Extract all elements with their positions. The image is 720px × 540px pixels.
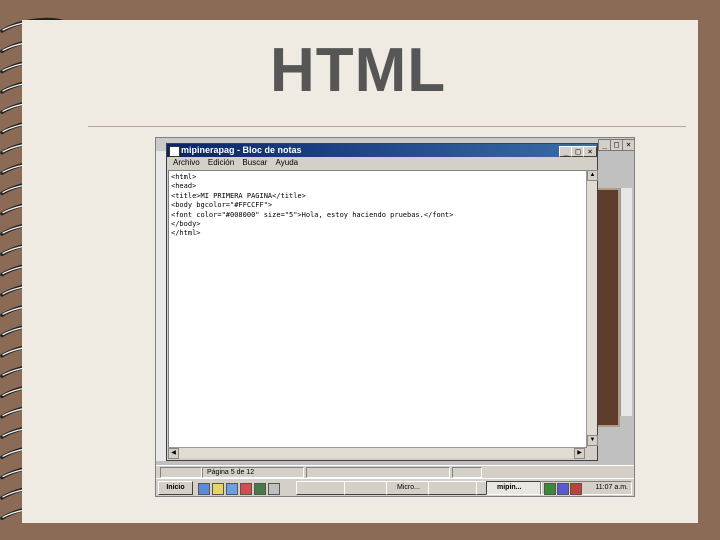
title-divider: [88, 126, 686, 127]
status-cell: [306, 467, 450, 478]
tray-app-icon[interactable]: [544, 483, 556, 495]
quicklaunch-app-icon[interactable]: [254, 483, 266, 495]
start-button[interactable]: Inicio: [158, 481, 193, 495]
menu-buscar[interactable]: Buscar: [242, 158, 267, 167]
status-bar: Página 5 de 12: [156, 465, 634, 478]
status-cell: [452, 467, 482, 478]
background-page-frame: [596, 188, 620, 427]
notepad-title: mipinerapag - Bloc de notas: [181, 145, 302, 155]
notepad-app-icon: [169, 146, 180, 157]
notepad-titlebar[interactable]: mipinerapag - Bloc de notas _ □ ×: [167, 144, 597, 157]
quicklaunch-ie-icon[interactable]: [198, 483, 210, 495]
start-label: Inicio: [166, 484, 185, 491]
menu-edicion[interactable]: Edición: [208, 158, 234, 167]
quicklaunch-app-icon[interactable]: [240, 483, 252, 495]
notepad-content[interactable]: <html> <head> <title>MI PRIMERA PAGINA</…: [169, 171, 586, 241]
tray-app-icon[interactable]: [557, 483, 569, 495]
tray-app-icon[interactable]: [570, 483, 582, 495]
taskbar-task-active[interactable]: mipin...: [486, 481, 542, 495]
notepad-menubar: Archivo Edición Buscar Ayuda: [167, 158, 597, 169]
bg-close-button[interactable]: ×: [622, 139, 634, 151]
clock: 11:07 a.m.: [595, 484, 628, 491]
notepad-vertical-scrollbar[interactable]: ▲ ▼: [586, 170, 598, 446]
taskbar: Inicio Micro... mipin... 11:07 a.m.: [156, 478, 634, 496]
notepad-text-area[interactable]: <html> <head> <title>MI PRIMERA PAGINA</…: [168, 170, 587, 448]
scroll-right-arrow-icon[interactable]: ▶: [574, 448, 585, 459]
status-cell: [160, 467, 202, 478]
menu-ayuda[interactable]: Ayuda: [276, 158, 299, 167]
system-tray: 11:07 a.m.: [540, 481, 632, 495]
close-button[interactable]: ×: [583, 146, 597, 157]
screenshot: _ □ × mipinerapag - Bloc de notas _ □ × …: [155, 137, 635, 497]
scroll-left-arrow-icon[interactable]: ◀: [168, 448, 179, 459]
scroll-down-arrow-icon[interactable]: ▼: [587, 435, 598, 446]
notepad-window: mipinerapag - Bloc de notas _ □ × Archiv…: [166, 143, 598, 461]
quicklaunch-outlook-icon[interactable]: [226, 483, 238, 495]
scroll-up-arrow-icon[interactable]: ▲: [587, 170, 598, 181]
quicklaunch-folder-icon[interactable]: [212, 483, 224, 495]
status-page-info: Página 5 de 12: [202, 467, 304, 478]
notepad-horizontal-scrollbar[interactable]: ◀ ▶: [168, 447, 585, 459]
quicklaunch-app-icon[interactable]: [268, 483, 280, 495]
page-title: HTML: [270, 36, 447, 105]
background-scrollbar[interactable]: [620, 188, 632, 416]
menu-archivo[interactable]: Archivo: [173, 158, 200, 167]
